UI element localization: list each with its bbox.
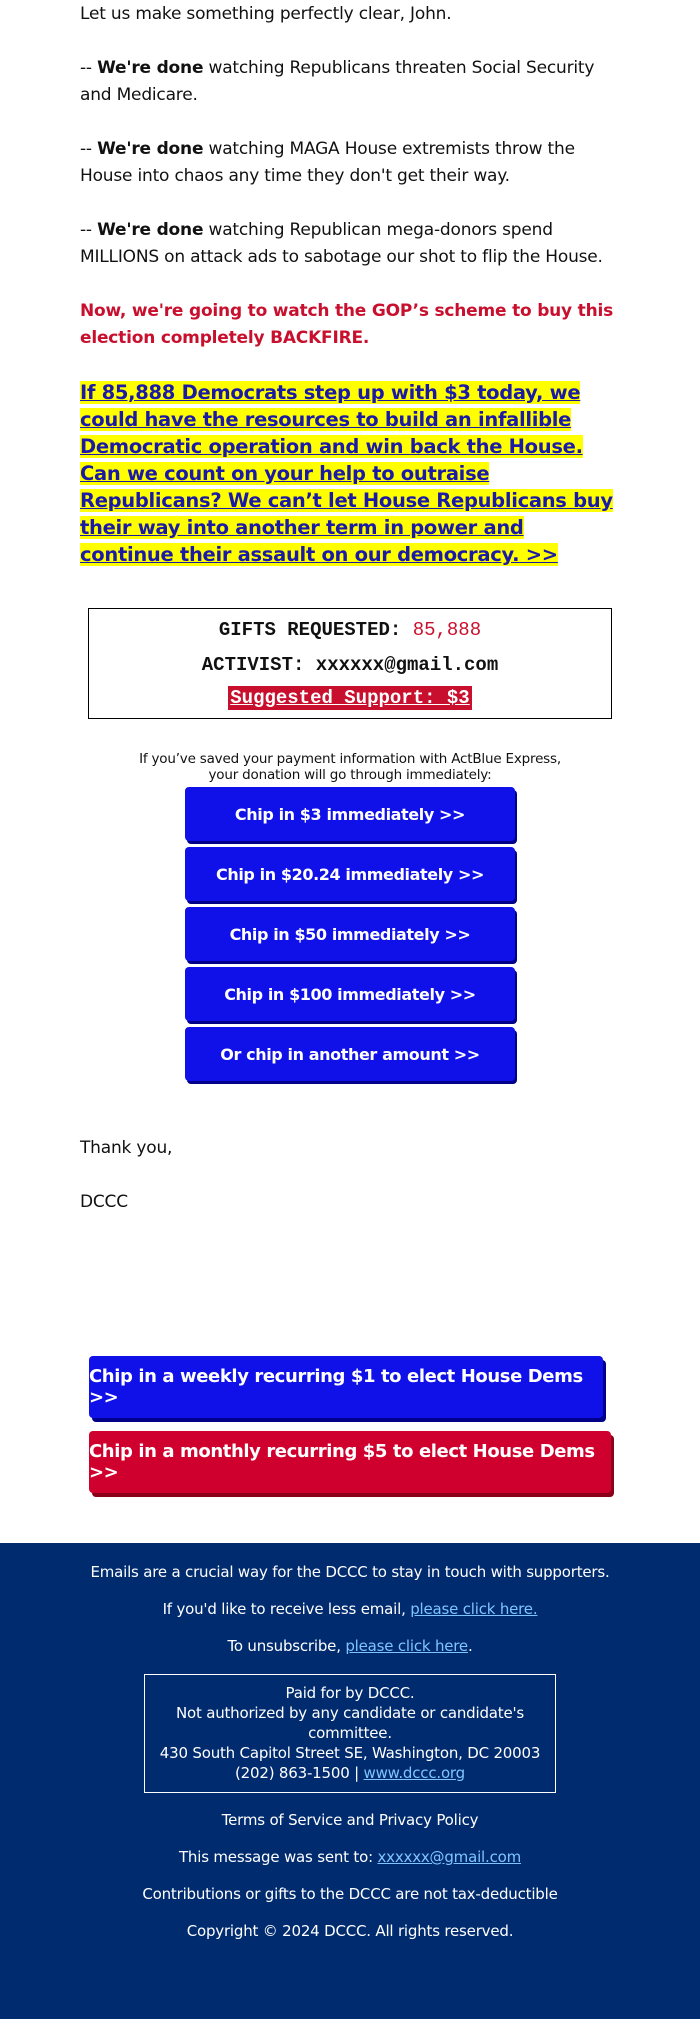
donate-50-button[interactable]: Chip in $50 immediately >>: [185, 907, 515, 961]
paid-for-box: Paid for by DCCC. Not authorized by any …: [144, 1674, 556, 1793]
less-email-text: If you'd like to receive less email,: [162, 1600, 411, 1618]
footer-intro: Emails are a crucial way for the DCCC to…: [90, 1563, 610, 1581]
intro-text: Let us make something perfectly clear, J…: [80, 4, 452, 24]
sent-to-email-link[interactable]: xxxxxx@gmail.com: [378, 1848, 522, 1866]
donate-other-amount-button[interactable]: Or chip in another amount >>: [185, 1027, 515, 1081]
paid-for-text: Paid for by DCCC.: [285, 1684, 415, 1702]
footer: Emails are a crucial way for the DCCC to…: [0, 1543, 700, 2019]
contact-line: (202) 863-1500 | www.dccc.org: [145, 1763, 555, 1783]
dash: --: [80, 220, 98, 240]
red-headline: Now, we're going to watch the GOP’s sche…: [80, 301, 614, 348]
done-bold: We're done: [97, 58, 204, 78]
actblue-express-note: If you’ve saved your payment information…: [80, 751, 620, 783]
sent-to-line: This message was sent to: xxxxxx@gmail.c…: [0, 1848, 700, 1867]
activist-row: ACTIVIST: xxxxxx@gmail.com: [89, 648, 611, 683]
unsubscribe-text: To unsubscribe,: [227, 1637, 346, 1655]
done-point: -- We're done watching Republican mega-d…: [80, 217, 620, 271]
unsubscribe-link[interactable]: please click here: [345, 1637, 468, 1655]
done-point: -- We're done watching MAGA House extrem…: [80, 136, 620, 190]
gifts-requested-row: GIFTS REQUESTED: 85,888: [89, 613, 611, 648]
done-point: -- We're done watching Republicans threa…: [80, 55, 620, 109]
dash: --: [80, 58, 98, 78]
not-authorized-text: Not authorized by any candidate or candi…: [175, 1704, 525, 1742]
unsubscribe-tail: .: [467, 1637, 473, 1655]
phone-text: (202) 863-1500 |: [235, 1764, 364, 1782]
donate-100-button[interactable]: Chip in $100 immediately >>: [185, 967, 515, 1021]
weekly-recurring-button[interactable]: Chip in a weekly recurring $1 to elect H…: [89, 1356, 603, 1418]
website-link[interactable]: www.dccc.org: [364, 1764, 466, 1782]
gift-request-box: GIFTS REQUESTED: 85,888 ACTIVIST: xxxxxx…: [88, 608, 612, 719]
less-email-link[interactable]: please click here.: [410, 1600, 537, 1618]
activist-email: xxxxxx@gmail.com: [315, 654, 499, 676]
donate-20-24-button[interactable]: Chip in $20.24 immediately >>: [185, 847, 515, 901]
suggested-support-link[interactable]: Suggested Support: $3: [228, 686, 472, 710]
unsubscribe-line: To unsubscribe, please click here.: [0, 1637, 700, 1656]
email-page: Let us make something perfectly clear, J…: [0, 0, 700, 2019]
express-note-line: If you’ve saved your payment information…: [139, 751, 561, 767]
copyright: Copyright © 2024 DCCC. All rights reserv…: [186, 1922, 514, 1940]
thank-you-text: Thank you,: [80, 1138, 173, 1158]
tax-note: Contributions or gifts to the DCCC are n…: [142, 1885, 558, 1903]
signature: DCCC: [80, 1192, 128, 1212]
highlighted-donate-link[interactable]: If 85,888 Democrats step up with $3 toda…: [80, 381, 613, 566]
donate-3-button[interactable]: Chip in $3 immediately >>: [185, 787, 515, 841]
donate-button-stack: Chip in $3 immediately >> Chip in $20.24…: [80, 787, 620, 1087]
gifts-label: GIFTS REQUESTED:: [218, 619, 413, 641]
recurring-buttons: Chip in a weekly recurring $1 to elect H…: [0, 1356, 700, 1493]
address-text: 430 South Capitol Street SE, Washington,…: [159, 1744, 541, 1762]
gifts-value: 85,888: [412, 619, 482, 641]
express-note-line: your donation will go through immediatel…: [208, 767, 492, 783]
activist-label: ACTIVIST:: [201, 654, 316, 676]
done-bold: We're done: [97, 220, 204, 240]
highlighted-link-text: If 85,888 Democrats step up with $3 toda…: [80, 381, 613, 566]
less-email-line: If you'd like to receive less email, ple…: [0, 1600, 700, 1619]
email-body: Let us make something perfectly clear, J…: [0, 0, 700, 1216]
signoff: Thank you, DCCC: [80, 1135, 620, 1216]
terms-privacy-link[interactable]: Terms of Service and Privacy Policy: [0, 1811, 700, 1830]
dash: --: [80, 139, 98, 159]
sent-to-text: This message was sent to:: [178, 1848, 378, 1866]
done-bold: We're done: [97, 139, 204, 159]
monthly-recurring-button[interactable]: Chip in a monthly recurring $5 to elect …: [89, 1431, 611, 1493]
